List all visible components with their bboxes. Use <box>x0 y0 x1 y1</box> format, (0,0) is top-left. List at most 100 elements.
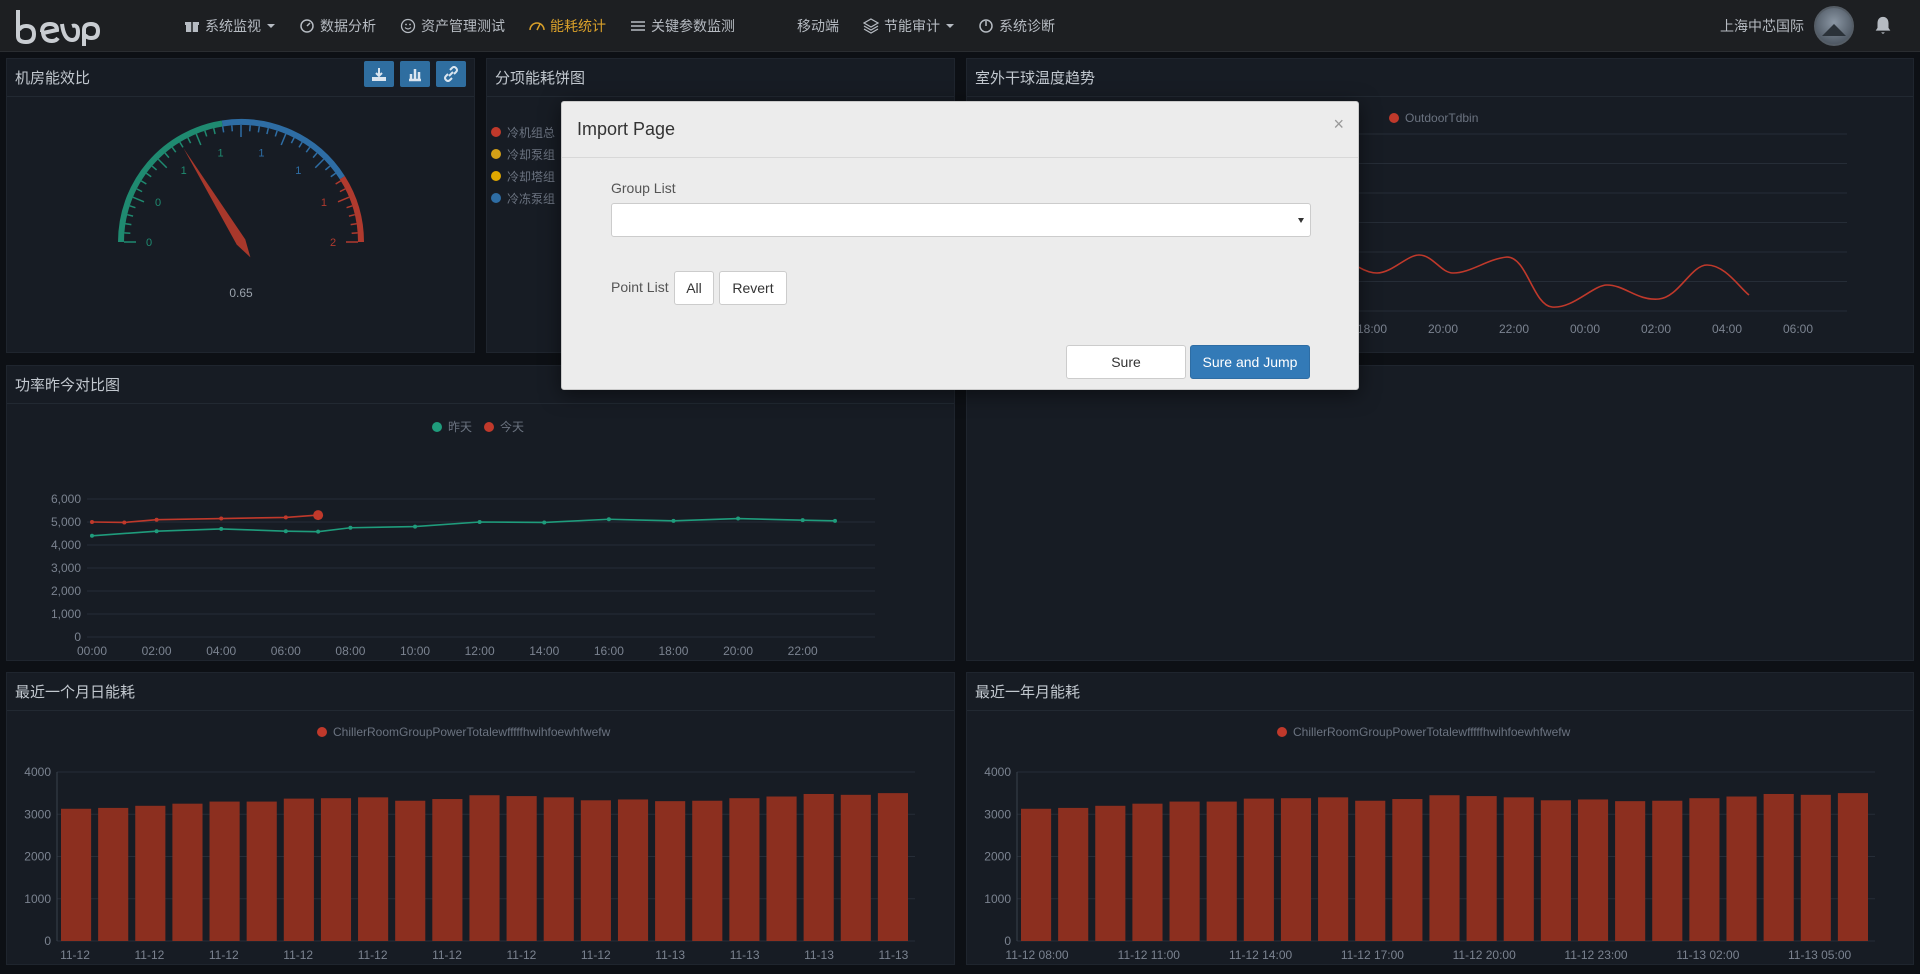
revert-button[interactable]: Revert <box>719 271 787 305</box>
bar <box>358 797 389 941</box>
bar <box>543 797 574 941</box>
bar <box>283 798 314 941</box>
gauge-tick <box>157 158 168 169</box>
close-icon[interactable]: × <box>1333 114 1344 135</box>
bar <box>1355 800 1386 941</box>
gauge-tick-label: 1 <box>181 165 187 177</box>
y-tick-label: 0 <box>1004 934 1011 948</box>
bell-icon[interactable] <box>1872 15 1894 37</box>
series-point <box>800 518 805 523</box>
gauge-tick-label: 1 <box>295 165 301 177</box>
bar <box>840 794 871 941</box>
x-tick-label: 12:00 <box>465 644 495 658</box>
bar <box>61 808 92 941</box>
pie-legend-item[interactable]: 冷机组总 <box>491 121 555 143</box>
gauge-tick <box>266 128 270 135</box>
gauge-tick <box>187 137 192 144</box>
x-tick-label: 11-12 20:00 <box>1453 948 1516 962</box>
pie-legend-item[interactable]: 冷却塔组 <box>491 165 555 187</box>
nav-item-label: 能耗统计 <box>550 18 606 34</box>
gauge-tick <box>129 205 136 209</box>
export-icon[interactable] <box>364 61 394 87</box>
nav-item-label: 数据分析 <box>320 18 376 34</box>
legend-dot <box>491 171 501 181</box>
bar <box>1837 793 1868 941</box>
bar <box>655 801 686 941</box>
dashboard-icon <box>529 22 545 31</box>
x-tick-label: 11-12 <box>432 948 462 962</box>
x-tick-label: 11-12 08:00 <box>1005 948 1068 962</box>
bar <box>1577 799 1609 941</box>
pie-legend-item[interactable]: 冷却泵组 <box>491 143 555 165</box>
bar <box>729 798 760 941</box>
x-tick-label: 22:00 <box>1499 322 1529 336</box>
gauge-tick <box>212 128 216 135</box>
panel-title: 分项能耗饼图 <box>495 70 586 87</box>
x-tick-label: 11-13 <box>804 948 834 962</box>
gauge-tick <box>280 133 287 146</box>
bar <box>135 805 166 941</box>
bar <box>1726 796 1757 941</box>
sure-button[interactable]: Sure <box>1066 345 1186 379</box>
x-tick-label: 11-13 <box>878 948 908 962</box>
gauge-tick <box>335 180 342 185</box>
panel-title: 功率昨今对比图 <box>15 377 121 394</box>
y-tick-label: 2000 <box>24 850 51 864</box>
bar <box>1392 799 1423 941</box>
y-tick-label: 4,000 <box>51 538 81 552</box>
gauge-tick <box>140 180 147 185</box>
gauge-tick <box>298 141 303 148</box>
site-name[interactable]: 上海中芯国际 <box>1720 16 1804 36</box>
x-tick-label: 11-12 17:00 <box>1341 948 1404 962</box>
bar <box>320 798 352 941</box>
layers-icon <box>863 18 879 34</box>
series-point <box>283 529 288 534</box>
pie-legend-item[interactable]: 冷冻泵组 <box>491 187 555 209</box>
series-point <box>154 529 159 534</box>
power-compare-panel: 功率昨今对比图 昨天 今天 0 1,000 2,000 3,000 4,000 5,000… <box>6 365 955 661</box>
link-icon[interactable] <box>436 61 466 87</box>
gauge-value: 0.65 <box>229 286 253 300</box>
y-tick-label: 1000 <box>984 892 1011 906</box>
x-tick-label: 11-12 <box>506 948 536 962</box>
series-point <box>219 516 224 521</box>
x-tick-label: 04:00 <box>206 644 236 658</box>
x-tick-label: 11-12 <box>60 948 90 962</box>
x-tick-label: 11-12 <box>283 948 313 962</box>
gauge-tick <box>257 126 261 133</box>
x-tick-label: 11-13 <box>655 948 685 962</box>
nav-item-6[interactable]: 节能审计 <box>851 0 966 52</box>
x-tick-label: 10:00 <box>400 644 430 658</box>
nav-item-1[interactable]: 数据分析 <box>287 0 388 52</box>
x-tick-label: 11-13 02:00 <box>1676 948 1739 962</box>
gauge-tick <box>136 188 143 193</box>
sure-and-jump-button[interactable]: Sure and Jump <box>1190 345 1310 379</box>
gauge-arc-0 <box>118 120 223 243</box>
bar <box>469 795 500 941</box>
bar <box>1763 793 1794 941</box>
y-tick-label: 3000 <box>984 807 1011 821</box>
gauge-tick-label: 1 <box>258 147 264 159</box>
nav-item-4[interactable]: 关键参数监测 <box>618 0 747 52</box>
nav-item-0[interactable]: 系统监视 <box>172 0 287 52</box>
bar <box>1095 805 1126 941</box>
gauge-tick <box>164 152 170 159</box>
all-button[interactable]: All <box>674 271 714 305</box>
logo[interactable] <box>12 6 100 46</box>
group-list-select[interactable] <box>611 203 1311 237</box>
series-point <box>283 515 288 520</box>
nav-item-5[interactable]: 移动端 <box>785 0 851 52</box>
y-tick-label: 3,000 <box>51 561 81 575</box>
nav-item-label: 系统诊断 <box>999 18 1055 34</box>
series-point <box>348 525 353 530</box>
avatar[interactable] <box>1814 6 1854 46</box>
bar <box>1169 801 1200 941</box>
x-tick-label: 08:00 <box>335 644 365 658</box>
x-tick-label: 02:00 <box>1641 322 1671 336</box>
nav-item-2[interactable]: 资产管理测试 <box>388 0 517 52</box>
gauge-tick <box>346 205 353 209</box>
x-tick-label: 22:00 <box>788 644 818 658</box>
nav-item-7[interactable]: 系统诊断 <box>966 0 1067 52</box>
bar-chart-icon[interactable] <box>400 61 430 87</box>
nav-item-3[interactable]: 能耗统计 <box>517 0 618 52</box>
